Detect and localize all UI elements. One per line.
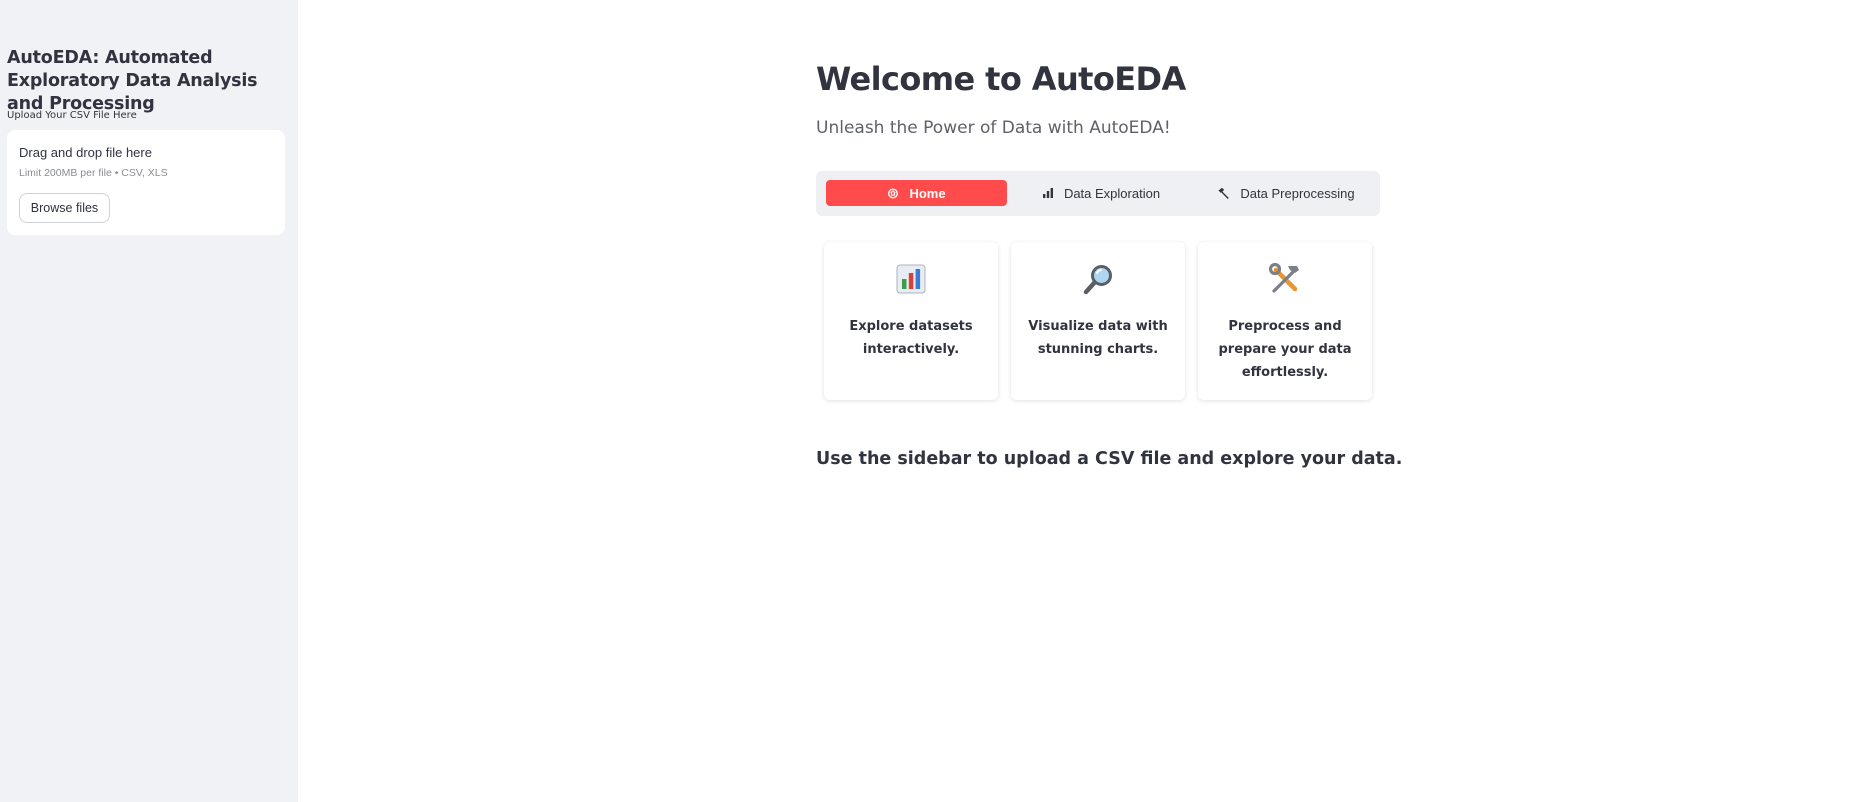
dropzone-limit: Limit 200MB per file • CSV, XLS	[19, 167, 168, 179]
magnifier-emoji-icon	[1011, 262, 1185, 296]
page-title: Welcome to AutoEDA	[816, 60, 1186, 98]
tab-data-preprocessing[interactable]: Data Preprocessing	[1196, 180, 1376, 206]
tab-data-exploration[interactable]: Data Exploration	[1026, 180, 1176, 206]
home-icon	[887, 187, 899, 199]
tab-home[interactable]: Home	[826, 180, 1007, 206]
option-menu: Home Data Exploration Data Preprocessing	[816, 171, 1380, 216]
upload-label: Upload Your CSV File Here	[7, 110, 137, 121]
dropzone-title: Drag and drop file here	[19, 145, 152, 160]
feature-card-visualize: Visualize data with stunning charts.	[1011, 242, 1185, 400]
tab-data-exploration-label: Data Exploration	[1063, 185, 1161, 201]
feature-card-preprocess: Preprocess and prepare your data effortl…	[1198, 242, 1372, 400]
feature-card-text: Visualize data with stunning charts.	[1028, 319, 1168, 357]
sidebar: AutoEDA: Automated Exploratory Data Anal…	[0, 0, 298, 802]
bar-chart-emoji-icon	[824, 262, 998, 296]
hammer-icon	[1217, 187, 1230, 200]
browse-files-button[interactable]: Browse files	[19, 193, 110, 223]
sidebar-title: AutoEDA: Automated Exploratory Data Anal…	[7, 48, 258, 114]
file-dropzone[interactable]: Drag and drop file here Limit 200MB per …	[7, 130, 285, 235]
app: AutoEDA: Automated Exploratory Data Anal…	[0, 0, 1852, 802]
tab-home-label: Home	[909, 185, 946, 201]
feature-card-explore: Explore datasets interactively.	[824, 242, 998, 400]
feature-card-text: Preprocess and prepare your data effortl…	[1218, 319, 1352, 380]
feature-card-text: Explore datasets interactively.	[849, 319, 973, 357]
hammer-wrench-emoji-icon	[1198, 262, 1372, 296]
tab-data-preprocessing-label: Data Preprocessing	[1240, 185, 1355, 201]
page-subtitle: Unleash the Power of Data with AutoEDA!	[816, 118, 1171, 138]
main-content: Welcome to AutoEDA Unleash the Power of …	[298, 0, 1852, 802]
bar-chart-icon	[1042, 187, 1054, 199]
sidebar-hint: Use the sidebar to upload a CSV file and…	[816, 449, 1403, 469]
